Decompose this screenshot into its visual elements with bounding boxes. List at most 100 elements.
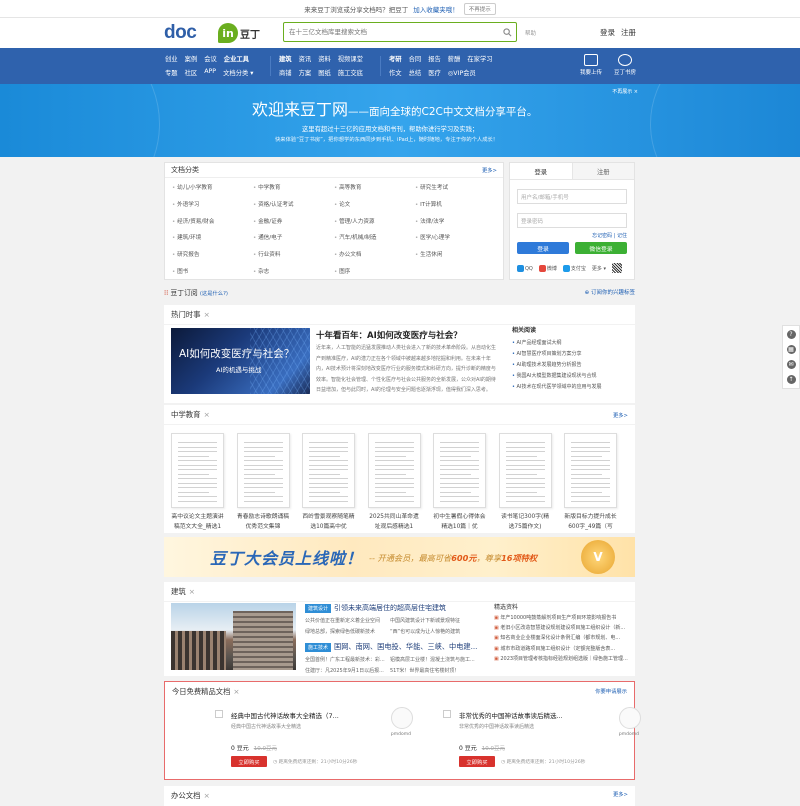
- upload-button[interactable]: 我要上传: [580, 54, 602, 76]
- close-icon[interactable]: ×: [204, 410, 210, 419]
- category-item[interactable]: 通信/电子: [253, 233, 334, 241]
- help-icon[interactable]: ?: [786, 330, 796, 339]
- buy-now-button[interactable]: 立即购买: [231, 756, 267, 767]
- qr-code-icon[interactable]: [612, 263, 623, 273]
- featured-item[interactable]: 知名商业企业楼面深化设计条例汇编（都市规划、电...: [494, 634, 632, 644]
- message-icon[interactable]: ✉: [786, 360, 796, 369]
- building-link[interactable]: 中国风建筑设计下新城景观特征: [390, 617, 498, 624]
- qq-login[interactable]: QQ: [517, 264, 533, 272]
- category-item[interactable]: 外语学习: [172, 200, 253, 208]
- nav-item[interactable]: 专题: [165, 68, 178, 77]
- category-item[interactable]: 高等教育: [334, 183, 415, 191]
- login-link[interactable]: 登录: [600, 27, 615, 38]
- category-item[interactable]: 建筑/环境: [172, 233, 253, 241]
- login-button[interactable]: 登录: [517, 242, 569, 254]
- close-icon[interactable]: ×: [189, 587, 195, 596]
- username-field[interactable]: 用户名/邮箱/手机号: [517, 189, 627, 204]
- doc-card[interactable]: 2025共同山革命遗址观后感精选1: [367, 433, 421, 532]
- docin-logo[interactable]: doc in 豆丁: [164, 22, 260, 44]
- middle-more-link[interactable]: 更多>: [613, 411, 628, 419]
- nav-item[interactable]: 考研: [389, 54, 402, 63]
- featured-item[interactable]: 2023项目管理考核指标经验规划组选版｜绿色施工管理...: [494, 655, 632, 665]
- category-item[interactable]: 生活休闲: [415, 250, 496, 258]
- related-item[interactable]: AI技术在现代医学领域中的应用与发展: [512, 383, 632, 394]
- category-item[interactable]: 幼儿/小学教育: [172, 183, 253, 191]
- nav-item[interactable]: 合同: [409, 54, 422, 63]
- buy-now-button[interactable]: 立即购买: [459, 756, 495, 767]
- doc-card[interactable]: 新版目标力提升成长600字_49篇（写: [564, 433, 617, 532]
- nav-item[interactable]: 社区: [185, 68, 198, 77]
- doc-card[interactable]: 青春励志诗歌朗诵稿优秀范文集锦: [236, 433, 290, 532]
- category-more-link[interactable]: 更多>: [482, 166, 497, 174]
- register-link[interactable]: 注册: [621, 27, 636, 38]
- nav-item[interactable]: 作文: [389, 68, 402, 77]
- category-item[interactable]: 经济/贸易/财会: [172, 217, 253, 225]
- close-icon[interactable]: ×: [233, 687, 239, 696]
- category-item[interactable]: 图书: [172, 267, 253, 275]
- bookshelf-button[interactable]: 豆丁书房: [614, 54, 636, 76]
- qr-icon[interactable]: ▦: [786, 345, 796, 354]
- building-headline-1[interactable]: 建筑设计 引领未来高端居住的超高层住宅建筑: [305, 603, 446, 613]
- close-icon[interactable]: ×: [204, 310, 210, 319]
- nav-item[interactable]: 薪酬: [448, 54, 461, 63]
- building-link[interactable]: “西”也可以成为让人惊艳的建筑: [390, 628, 498, 635]
- add-favorites-link[interactable]: 加入收藏夹哦！: [413, 4, 459, 14]
- related-item[interactable]: AI智慧医疗项目策划方案分享: [512, 350, 632, 361]
- weibo-login[interactable]: 微博: [538, 264, 557, 272]
- subscribe-tags-link[interactable]: ⊕ 订阅你的兴趣标签: [585, 288, 635, 296]
- doc-card[interactable]: 西岭雪景观察随笔精选10篇高中优: [302, 433, 355, 532]
- nav-item[interactable]: 企业工具: [224, 54, 249, 63]
- nav-item[interactable]: 视频课堂: [338, 54, 363, 63]
- nav-item[interactable]: 案例: [185, 54, 198, 63]
- tab-login[interactable]: 登录: [510, 163, 572, 179]
- building-link[interactable]: 铝模高层工业楼！混凝土浇筑与施工...: [390, 656, 498, 663]
- nav-item[interactable]: 图纸: [318, 68, 331, 77]
- nav-item[interactable]: 施工交底: [338, 68, 363, 77]
- tab-register[interactable]: 注册: [571, 163, 634, 179]
- nav-item[interactable]: 资讯: [299, 54, 312, 63]
- nav-item[interactable]: APP: [204, 68, 216, 77]
- building-headline-2[interactable]: 施工技术 国网、南网、国电投、华能、三峡、中电建...: [305, 642, 477, 652]
- doc-card[interactable]: 高中议论文主题演讲稿范文大全_精选1: [171, 433, 224, 532]
- hot-news-image[interactable]: AI如何改变医疗与社会？ AI的机遇与挑战: [171, 328, 310, 394]
- search-input[interactable]: [284, 28, 498, 36]
- category-item[interactable]: 办公文档: [334, 250, 415, 258]
- free-doc-title[interactable]: 非常优秀的中国神话故事读后精选...: [459, 710, 563, 720]
- nav-item[interactable]: 医疗: [428, 68, 441, 77]
- nav-item[interactable]: 方案: [299, 68, 312, 77]
- hot-headline[interactable]: 十年看百年：AI如何改变医疗与社会？: [316, 329, 462, 341]
- category-item[interactable]: 杂志: [253, 267, 334, 275]
- category-item[interactable]: 中学教育: [253, 183, 334, 191]
- wechat-login-button[interactable]: 微信登录: [575, 242, 627, 254]
- category-item[interactable]: 管理/人力资源: [334, 217, 415, 225]
- nav-item[interactable]: ◎VIP会员: [448, 68, 476, 77]
- featured-item[interactable]: 老旧小区改造智慧建设规划建设项目施工组织设计（新...: [494, 624, 632, 634]
- more-login[interactable]: 更多 ▾: [592, 265, 606, 272]
- back-to-top-icon[interactable]: ↑: [786, 375, 796, 384]
- featured-item[interactable]: 年产10000吨鼓蒸解剂项目生产项目环境影响报告书: [494, 614, 632, 624]
- nav-item[interactable]: 商铺: [279, 68, 292, 77]
- doc-card[interactable]: 读书笔记300字(精选75篇作文): [498, 433, 552, 532]
- category-item[interactable]: 医学/心理学: [415, 233, 496, 241]
- doc-checkbox[interactable]: [443, 710, 451, 718]
- category-item[interactable]: 行业资料: [253, 250, 334, 258]
- doc-card[interactable]: 初中生暑假心得体会精选10篇｜优: [433, 433, 486, 532]
- nav-item[interactable]: 资料: [318, 54, 331, 63]
- forgot-password-link[interactable]: 忘记密码 | 记住: [510, 228, 634, 239]
- free-doc-title[interactable]: 经典中国古代神话故事大全精选（7...: [231, 710, 339, 720]
- nav-item[interactable]: 报告: [428, 54, 441, 63]
- category-item[interactable]: IT计算机: [415, 200, 496, 208]
- password-field[interactable]: 登录密码: [517, 213, 627, 228]
- banner-close[interactable]: 不再展示 ×: [612, 88, 638, 95]
- featured-item[interactable]: 城市市政道路项目施工组织设计（定额完整版含表...: [494, 645, 632, 655]
- nav-item[interactable]: 总结: [409, 68, 422, 77]
- what-is-this-link[interactable]: (这是什么?): [200, 291, 228, 297]
- category-item[interactable]: 论文: [334, 200, 415, 208]
- related-item[interactable]: 我国AI大模型数据集建设现状与合规: [512, 372, 632, 383]
- building-link[interactable]: 51T米！世界最高住宅楼封顶！: [390, 667, 498, 674]
- category-item[interactable]: 法律/法学: [415, 217, 496, 225]
- nav-item[interactable]: 在家学习: [467, 54, 492, 63]
- nav-item[interactable]: 建筑: [279, 54, 292, 63]
- related-item[interactable]: AI助理技术发展趋势分析报告: [512, 361, 632, 372]
- help-link[interactable]: 帮助: [525, 29, 536, 37]
